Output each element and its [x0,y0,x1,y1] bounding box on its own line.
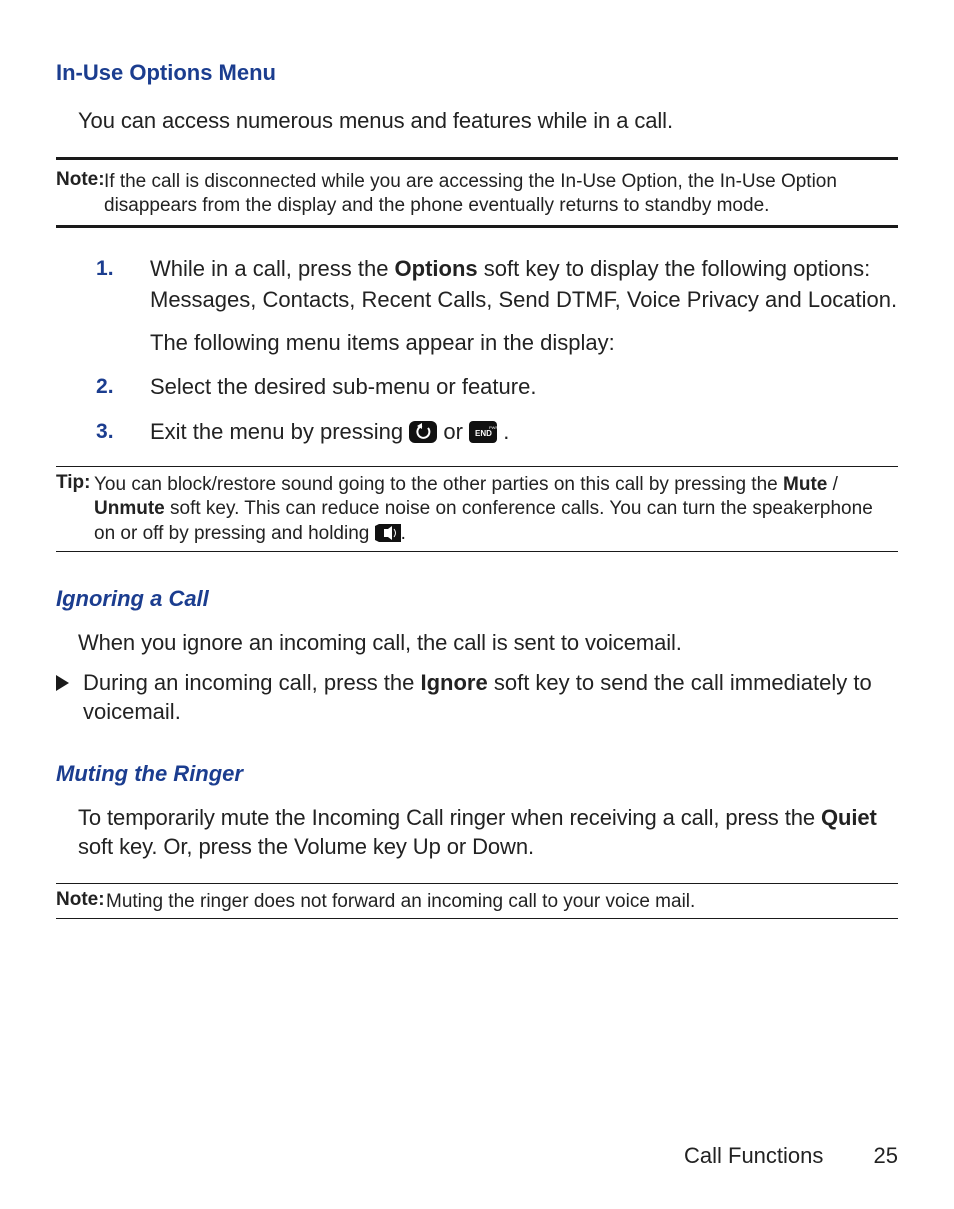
tip-label: Tip: [56,472,90,493]
muting-text-b: soft key. Or, press the Volume key Up or… [78,834,534,859]
step-2-text: Select the desired sub-menu or feature. [150,374,536,399]
end-key-icon: ENDPWR [469,421,497,443]
tip-body: You can block/restore sound going to the… [94,473,898,547]
tip-text-b: soft key. This can reduce noise on confe… [94,498,873,544]
page-footer: Call Functions 25 [684,1143,898,1169]
step-1: While in a call, press the Options soft … [96,254,898,358]
tip-text-c: . [401,523,406,544]
heading-muting-ringer: Muting the Ringer [56,761,898,787]
heading-ignoring-call: Ignoring a Call [56,586,898,612]
step-1-text-a: While in a call, press the [150,256,395,281]
divider [56,918,898,919]
unmute-label: Unmute [94,498,165,519]
ignore-softkey-label: Ignore [421,670,488,695]
divider [56,551,898,552]
options-softkey-label: Options [395,256,478,281]
tip-slash: / [827,474,838,495]
divider [56,466,898,467]
note-text: If the call is disconnected while you ar… [104,170,898,219]
muting-text-a: To temporarily mute the Incoming Call ri… [78,805,821,830]
speaker-key-icon [375,524,401,542]
step-3-or: or [443,419,469,444]
step-3: Exit the menu by pressing or ENDPWR . [96,417,898,448]
numbered-steps: While in a call, press the Options soft … [96,254,898,448]
note-label: Note: [56,889,105,910]
note-text: Muting the ringer does not forward an in… [106,890,898,915]
footer-section: Call Functions [684,1143,823,1168]
heading-in-use-options: In-Use Options Menu [56,60,898,86]
bullet-text: During an incoming call, press the Ignor… [83,668,898,727]
page-number: 25 [874,1143,898,1168]
triangle-bullet-icon [56,675,69,691]
svg-text:PWR: PWR [489,425,497,430]
divider [56,883,898,884]
note-callout: Note: Muting the ringer does not forward… [56,888,898,914]
step-3-end: . [503,419,509,444]
mute-label: Mute [783,474,827,495]
step-1-text-c: The following menu items appear in the d… [150,328,898,359]
ignoring-bullet-a: During an incoming call, press the [83,670,421,695]
quiet-softkey-label: Quiet [821,805,877,830]
muting-text: To temporarily mute the Incoming Call ri… [78,803,898,861]
divider [56,157,898,160]
intro-text: You can access numerous menus and featur… [78,106,898,135]
tip-callout: Tip: You can block/restore sound going t… [56,471,898,547]
back-key-icon [409,421,437,443]
ignoring-intro: When you ignore an incoming call, the ca… [78,628,898,658]
step-3-text-a: Exit the menu by pressing [150,419,409,444]
document-page: In-Use Options Menu You can access numer… [0,0,954,1209]
svg-text:END: END [475,429,492,438]
bullet-item: During an incoming call, press the Ignor… [56,668,898,727]
note-callout: Note: If the call is disconnected while … [56,168,898,219]
step-2: Select the desired sub-menu or feature. [96,372,898,403]
note-label: Note: [56,169,105,190]
divider [56,225,898,228]
tip-text-a: You can block/restore sound going to the… [94,474,783,495]
